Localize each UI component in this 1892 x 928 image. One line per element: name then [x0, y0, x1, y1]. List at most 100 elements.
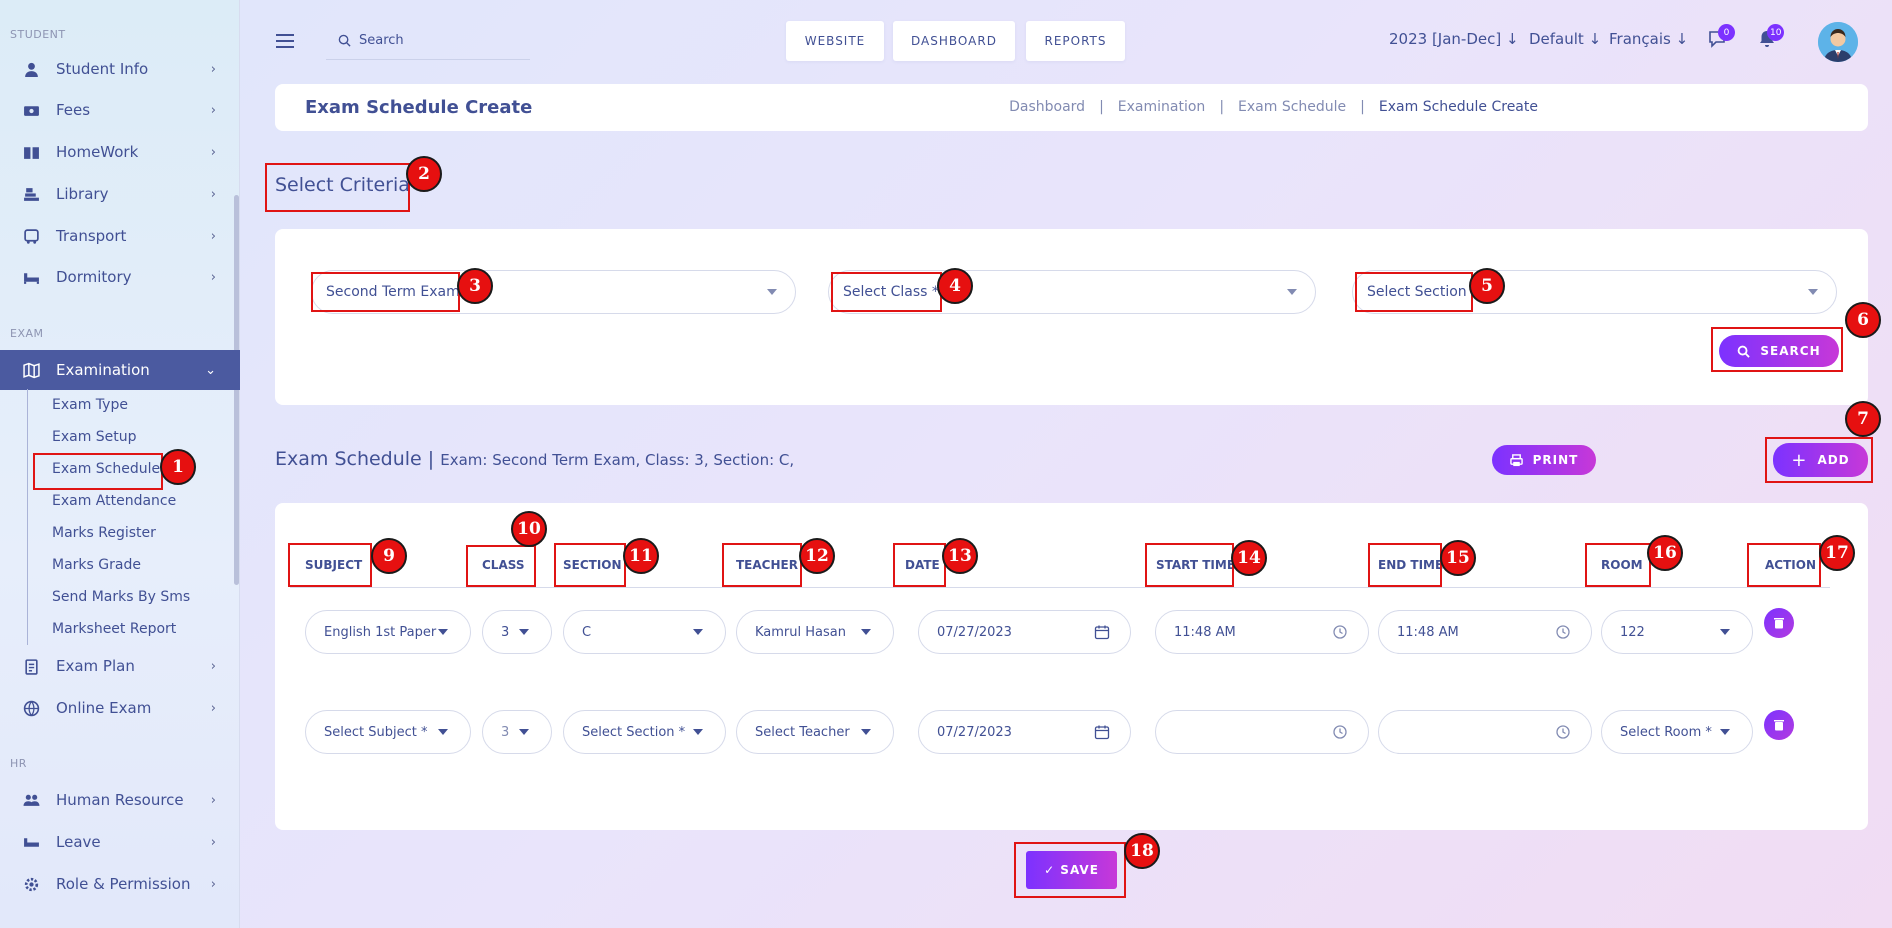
search-input[interactable] — [359, 33, 509, 48]
submenu-item-marks-register[interactable]: Marks Register — [28, 517, 240, 549]
sidebar-item-dormitory[interactable]: Dormitory › — [0, 258, 240, 296]
row2-date-value: 07/27/2023 — [937, 724, 1012, 740]
sidebar-item-human-resource[interactable]: Human Resource › — [0, 781, 240, 819]
annotation-number-4: 4 — [937, 268, 973, 304]
row1-room-value: 122 — [1620, 624, 1645, 640]
row1-section-select[interactable]: C — [563, 610, 726, 654]
reports-button[interactable]: REPORTS — [1026, 21, 1125, 61]
submenu-item-marks-grade[interactable]: Marks Grade — [28, 549, 240, 581]
chevron-right-icon: › — [210, 269, 216, 285]
sidebar-item-homework[interactable]: HomeWork › — [0, 133, 240, 171]
row2-end-time-input[interactable] — [1378, 710, 1592, 754]
caret-down-icon — [861, 729, 871, 735]
submenu-item-exam-setup[interactable]: Exam Setup — [28, 421, 240, 453]
row2-start-time-input[interactable] — [1155, 710, 1369, 754]
row1-end-time-input[interactable]: 11:48 AM — [1378, 610, 1592, 654]
section-select[interactable]: Select Section — [1352, 270, 1837, 314]
caret-down-icon — [861, 629, 871, 635]
clock-icon — [1556, 625, 1570, 639]
row2-subject-select[interactable]: Select Subject * — [305, 710, 471, 754]
breadcrumb: Dashboard | Examination | Exam Schedule | E… — [1009, 99, 1538, 115]
annotation-number-1: 1 — [160, 449, 196, 485]
caret-down-icon — [438, 729, 448, 735]
row2-delete-button[interactable] — [1764, 710, 1794, 740]
session-select[interactable]: 2023 [Jan-Dec] ↓ — [1389, 30, 1519, 48]
submenu-item-exam-attendance[interactable]: Exam Attendance — [28, 485, 240, 517]
annotation-number-5: 5 — [1469, 268, 1505, 304]
caret-down-icon — [1808, 289, 1818, 295]
sidebar-item-leave[interactable]: Leave › — [0, 823, 240, 861]
search-button[interactable]: SEARCH — [1719, 335, 1839, 367]
sidebar: STUDENT Student Info › Fees › HomeWork ›… — [0, 0, 240, 928]
hamburger-menu-icon[interactable] — [276, 34, 294, 48]
row1-delete-button[interactable] — [1764, 608, 1794, 638]
sidebar-item-role-permission[interactable]: Role & Permission › — [0, 865, 240, 903]
row1-subject-select[interactable]: English 1st Paper — [305, 610, 471, 654]
chevron-right-icon: › — [210, 102, 216, 118]
annotation-number-13: 13 — [942, 538, 978, 574]
row1-start-value: 11:48 AM — [1174, 624, 1236, 640]
search-icon — [338, 34, 351, 47]
sidebar-item-label: Dormitory — [56, 268, 132, 286]
sidebar-item-student-info[interactable]: Student Info › — [0, 50, 240, 88]
breadcrumb-dashboard[interactable]: Dashboard — [1009, 99, 1085, 115]
sidebar-item-online-exam[interactable]: Online Exam › — [0, 689, 240, 727]
row1-teacher-select[interactable]: Kamrul Hasan — [736, 610, 894, 654]
website-button[interactable]: WEBSITE — [786, 21, 884, 61]
annotation-number-2: 2 — [406, 156, 442, 192]
clock-icon — [1556, 725, 1570, 739]
search-icon — [1738, 345, 1751, 358]
chevron-down-icon: ⌄ — [205, 362, 216, 378]
breadcrumb-examination[interactable]: Examination — [1118, 99, 1206, 115]
exam-schedule-title: Exam Schedule | Exam: Second Term Exam, … — [275, 448, 794, 470]
dashboard-button[interactable]: DASHBOARD — [893, 21, 1015, 61]
chevron-right-icon: › — [210, 61, 216, 77]
avatar[interactable] — [1818, 22, 1858, 62]
row2-teacher-select[interactable]: Select Teacher — [736, 710, 894, 754]
user-avatar-icon — [1818, 22, 1858, 62]
sidebar-item-label: Fees — [56, 101, 91, 119]
submenu-item-marksheet-report[interactable]: Marksheet Report — [28, 613, 240, 645]
row2-date-input[interactable]: 07/27/2023 — [918, 710, 1131, 754]
class-select-placeholder: Select Class * — [843, 284, 939, 300]
print-button-label: PRINT — [1532, 453, 1579, 467]
row1-subject-value: English 1st Paper — [324, 624, 437, 640]
sidebar-item-exam-plan[interactable]: Exam Plan › — [0, 647, 240, 685]
sidebar-item-library[interactable]: Library › — [0, 175, 240, 213]
submenu-item-send-marks-by-sms[interactable]: Send Marks By Sms — [28, 581, 240, 613]
sidebar-item-transport[interactable]: Transport › — [0, 217, 240, 255]
row1-class-select[interactable]: 3 — [482, 610, 552, 654]
sidebar-item-label: HomeWork — [56, 143, 139, 161]
submenu-item-exam-type[interactable]: Exam Type — [28, 389, 240, 421]
submenu-item-exam-schedule[interactable]: Exam Schedule — [28, 453, 240, 485]
row1-section-value: C — [582, 624, 592, 640]
row2-section-select[interactable]: Select Section * — [563, 710, 726, 754]
add-button[interactable]: + ADD — [1773, 443, 1868, 477]
chevron-right-icon: › — [210, 700, 216, 716]
row2-room-select[interactable]: Select Room * — [1601, 710, 1753, 754]
exam-select[interactable]: Second Term Exam — [311, 270, 796, 314]
col-action: ACTION — [1765, 558, 1816, 572]
row2-room-value: Select Room * — [1620, 724, 1712, 740]
row1-start-time-input[interactable]: 11:48 AM — [1155, 610, 1369, 654]
annotation-number-15: 15 — [1440, 540, 1476, 576]
row1-date-input[interactable]: 07/27/2023 — [918, 610, 1131, 654]
school-select[interactable]: Default ↓ — [1529, 30, 1601, 48]
printer-icon — [1509, 453, 1523, 466]
row1-teacher-value: Kamrul Hasan — [755, 624, 846, 640]
row2-subject-value: Select Subject * — [324, 724, 428, 740]
breadcrumb-exam-schedule[interactable]: Exam Schedule — [1238, 99, 1346, 115]
book-icon — [22, 143, 40, 161]
sidebar-item-examination[interactable]: Examination ⌄ — [0, 350, 240, 390]
session-value: 2023 [Jan-Dec] — [1389, 30, 1502, 48]
language-select[interactable]: Français ↓ — [1609, 30, 1688, 48]
clock-icon — [1333, 725, 1347, 739]
gear-icon — [22, 875, 40, 893]
chevron-right-icon: › — [210, 876, 216, 892]
class-select[interactable]: Select Class * — [828, 270, 1316, 314]
save-button[interactable]: ✓ SAVE — [1026, 851, 1117, 889]
sidebar-item-fees[interactable]: Fees › — [0, 91, 240, 129]
print-button[interactable]: PRINT — [1492, 445, 1596, 475]
row1-room-select[interactable]: 122 — [1601, 610, 1753, 654]
row2-class-select[interactable]: 3 — [482, 710, 552, 754]
